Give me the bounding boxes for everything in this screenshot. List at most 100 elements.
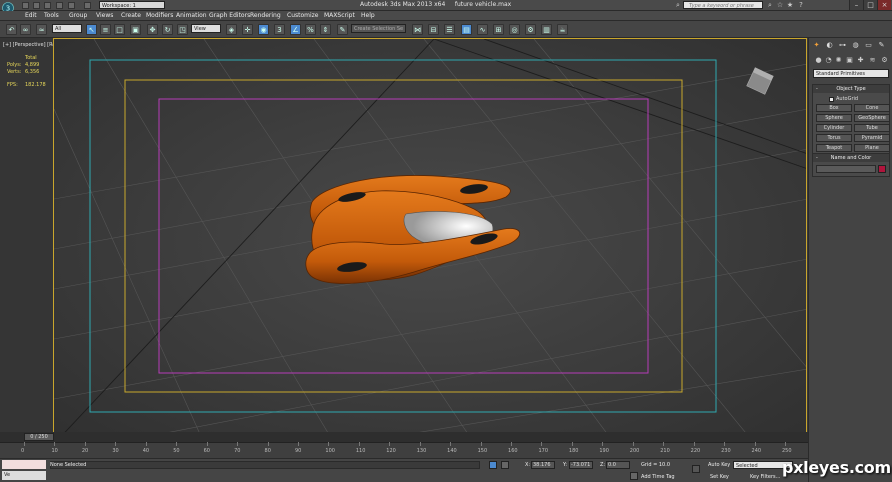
- search-icon[interactable]: ⌕: [674, 1, 682, 9]
- plane-button[interactable]: Plane: [854, 144, 890, 152]
- autogrid-option[interactable]: AutoGrid: [829, 96, 889, 102]
- close-button[interactable]: ×: [877, 0, 891, 10]
- sphere-button[interactable]: Sphere: [816, 114, 852, 122]
- motion-tab-icon[interactable]: ◍: [851, 41, 860, 50]
- graphite-toolbar-icon[interactable]: ▤: [461, 24, 472, 35]
- link-icon[interactable]: ∞: [20, 24, 31, 35]
- name-and-color-header[interactable]: - Name and Color: [813, 154, 889, 162]
- shapes-icon[interactable]: ◔: [824, 56, 833, 65]
- maxscript-listener-input[interactable]: [2, 460, 46, 469]
- menu-edit[interactable]: Edit: [25, 12, 37, 19]
- menu-tools[interactable]: Tools: [44, 12, 59, 19]
- menu-customize[interactable]: Customize: [287, 12, 319, 19]
- pyramid-button[interactable]: Pyramid: [854, 134, 890, 142]
- object-type-header[interactable]: - Object Type: [813, 85, 889, 93]
- selection-lock-icon[interactable]: [489, 461, 497, 469]
- snaps-toggle-icon[interactable]: 3: [274, 24, 285, 35]
- track-bar[interactable]: [0, 442, 808, 458]
- rectangular-selection-icon[interactable]: □: [114, 24, 125, 35]
- infocenter-search-icon[interactable]: ⌕: [766, 1, 774, 9]
- create-tab-icon[interactable]: ✦: [812, 41, 821, 50]
- new-file-icon[interactable]: [22, 2, 29, 9]
- communication-center-icon[interactable]: ☆: [776, 1, 784, 9]
- tube-button[interactable]: Tube: [854, 124, 890, 132]
- search-input[interactable]: Type a keyword or phrase: [683, 1, 763, 9]
- render-setup-icon[interactable]: ⚙: [525, 24, 536, 35]
- key-filters-button[interactable]: Key Filters...: [750, 474, 780, 480]
- helpers-icon[interactable]: ✚: [856, 56, 865, 65]
- autogrid-checkbox[interactable]: [829, 96, 834, 102]
- cameras-icon[interactable]: ▣: [845, 56, 854, 65]
- geometry-icon[interactable]: ●: [814, 56, 823, 65]
- box-button[interactable]: Box: [816, 104, 852, 112]
- perspective-viewport[interactable]: [53, 38, 807, 442]
- modify-tab-icon[interactable]: ◐: [825, 41, 834, 50]
- maxscript-mini-listener[interactable]: Ve: [2, 471, 46, 480]
- hierarchy-tab-icon[interactable]: ⊶: [838, 41, 847, 50]
- object-color-swatch[interactable]: [878, 165, 886, 173]
- select-by-name-icon[interactable]: ≡: [100, 24, 111, 35]
- rotate-icon[interactable]: ↻: [162, 24, 173, 35]
- render-production-icon[interactable]: ☕: [557, 24, 568, 35]
- layer-manager-icon[interactable]: ☰: [444, 24, 455, 35]
- display-tab-icon[interactable]: ▭: [864, 41, 873, 50]
- curve-editor-icon[interactable]: ∿: [477, 24, 488, 35]
- project-folder-icon[interactable]: [84, 2, 91, 9]
- angle-snap-icon[interactable]: ∠: [290, 24, 301, 35]
- systems-icon[interactable]: ⚙: [880, 56, 889, 65]
- cone-button[interactable]: Cone: [854, 104, 890, 112]
- move-icon[interactable]: ✥: [147, 24, 158, 35]
- pivot-center-icon[interactable]: ◈: [226, 24, 237, 35]
- menu-maxscript[interactable]: MAXScript: [324, 12, 355, 19]
- selection-filter-dropdown[interactable]: All: [52, 24, 82, 33]
- teapot-button[interactable]: Teapot: [816, 144, 852, 152]
- menu-group[interactable]: Group: [69, 12, 87, 19]
- named-selection-dropdown[interactable]: Create Selection Se: [351, 24, 406, 33]
- time-tag-icon[interactable]: [630, 472, 638, 480]
- menu-views[interactable]: Views: [96, 12, 113, 19]
- time-slider-track[interactable]: [0, 432, 808, 442]
- auto-key-button[interactable]: Auto Key: [708, 462, 730, 468]
- y-coord-field[interactable]: -73.071: [569, 461, 593, 469]
- add-time-tag-button[interactable]: Add Time Tag: [641, 474, 675, 480]
- select-manipulate-icon[interactable]: ✛: [242, 24, 253, 35]
- scale-icon[interactable]: ◳: [177, 24, 188, 35]
- edit-named-selection-icon[interactable]: ✎: [337, 24, 348, 35]
- primitive-type-dropdown[interactable]: Standard Primitives: [813, 69, 889, 78]
- select-object-icon[interactable]: ↖: [86, 24, 97, 35]
- bind-space-warp-icon[interactable]: ≈: [36, 24, 47, 35]
- help-icon[interactable]: ?: [797, 1, 805, 9]
- redo-icon[interactable]: [68, 2, 75, 9]
- torus-button[interactable]: Torus: [816, 134, 852, 142]
- window-crossing-icon[interactable]: ▣: [130, 24, 141, 35]
- spinner-snap-icon[interactable]: ⇕: [320, 24, 331, 35]
- object-name-input[interactable]: [816, 165, 877, 173]
- schematic-view-icon[interactable]: ⊞: [493, 24, 504, 35]
- undo-tool-icon[interactable]: ↶: [6, 24, 17, 35]
- align-icon[interactable]: ⊟: [428, 24, 439, 35]
- menu-modifiers[interactable]: Modifiers: [146, 12, 173, 19]
- space-warps-icon[interactable]: ≋: [868, 56, 877, 65]
- percent-snap-icon[interactable]: %: [305, 24, 316, 35]
- workspace-dropdown[interactable]: Workspace: 1: [99, 1, 165, 9]
- reference-coordinate-dropdown[interactable]: View: [191, 24, 221, 33]
- lights-icon[interactable]: ✺: [834, 56, 843, 65]
- menu-create[interactable]: Create: [121, 12, 141, 19]
- maximize-button[interactable]: □: [863, 0, 877, 10]
- undo-icon[interactable]: [56, 2, 63, 9]
- absolute-mode-icon[interactable]: [501, 461, 509, 469]
- material-editor-icon[interactable]: ◎: [509, 24, 520, 35]
- menu-rendering[interactable]: Rendering: [250, 12, 281, 19]
- x-coord-field[interactable]: 38.176: [531, 461, 555, 469]
- time-slider-thumb[interactable]: 0 / 250: [24, 433, 54, 441]
- mirror-icon[interactable]: ⋈: [412, 24, 423, 35]
- cylinder-button[interactable]: Cylinder: [816, 124, 852, 132]
- menu-help[interactable]: Help: [361, 12, 375, 19]
- open-file-icon[interactable]: [33, 2, 40, 9]
- favorites-icon[interactable]: ★: [786, 1, 794, 9]
- rendered-frame-window-icon[interactable]: ▥: [541, 24, 552, 35]
- minimize-button[interactable]: –: [849, 0, 863, 10]
- menu-animation[interactable]: Animation: [176, 12, 207, 19]
- keyboard-shortcut-override-icon[interactable]: ◉: [258, 24, 269, 35]
- utilities-tab-icon[interactable]: ✎: [877, 41, 886, 50]
